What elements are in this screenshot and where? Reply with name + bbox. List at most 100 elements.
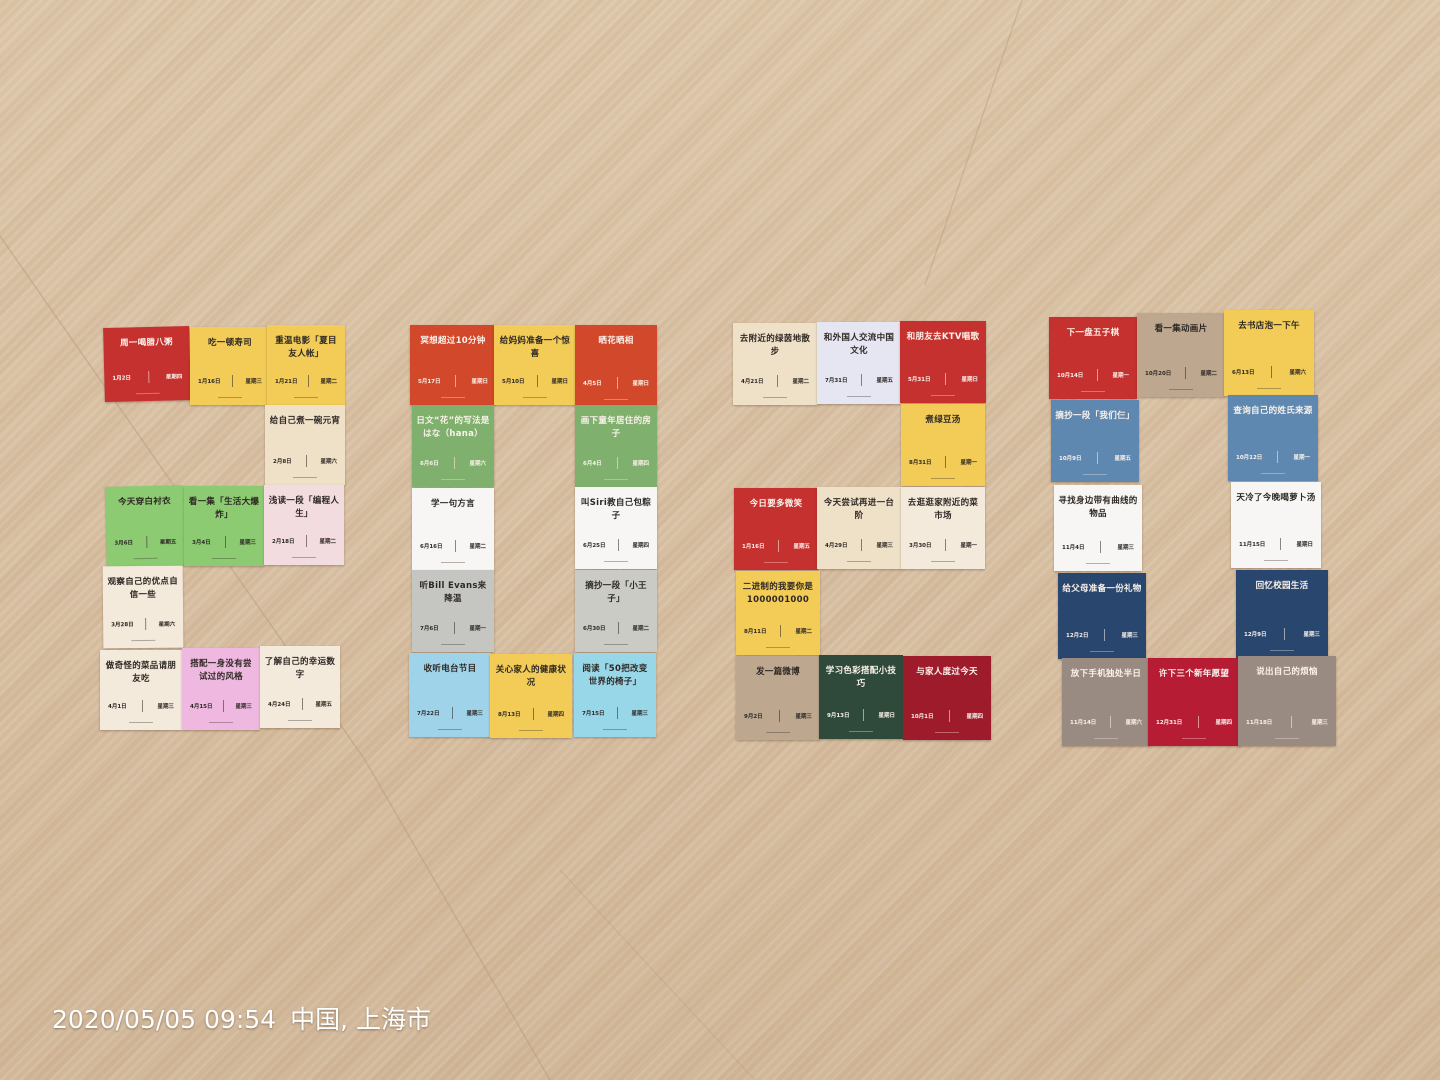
card-meta: 5月31日 星期日: [908, 373, 978, 385]
card-weekday: 星期六: [320, 459, 337, 465]
card-meta: 6月6日 星期六: [420, 457, 486, 469]
card-footnote-line: [490, 730, 572, 732]
card-date: 8月11日: [744, 629, 767, 635]
card-weekday: 星期四: [966, 714, 983, 720]
card-divider: [777, 375, 779, 387]
card-date: 1月16日: [742, 544, 765, 550]
card-divider: [223, 700, 225, 712]
card-date: 10月20日: [1145, 371, 1172, 377]
card-meta: 8月11日 星期二: [744, 625, 812, 637]
card-weekday: 星期四: [632, 461, 649, 467]
card-meta: 4月21日 星期二: [741, 375, 809, 387]
calendar-card: 冥想超过10分钟 5月17日 星期日: [410, 325, 496, 405]
card-date: 7月6日: [420, 626, 439, 632]
card-meta: 3月4日 星期三: [192, 536, 256, 548]
card-weekday: 星期二: [469, 544, 486, 550]
card-title: 看一集「生活大爆炸」: [188, 497, 260, 520]
card-weekday: 星期四: [1215, 720, 1232, 726]
card-footnote-line: [182, 722, 260, 724]
card-weekday: 星期五: [1114, 456, 1131, 462]
calendar-card: 学习色彩搭配小技巧 9月13日 星期日: [819, 655, 903, 739]
card-footnote-line: [1058, 651, 1146, 653]
card-date: 4月5日: [583, 381, 602, 387]
card-footnote-line: [267, 397, 345, 399]
card-meta: 11月18日 星期三: [1246, 716, 1328, 728]
card-footnote-line: [105, 392, 191, 396]
card-divider: [945, 373, 947, 385]
card-divider: [949, 710, 951, 722]
card-title: 收听电台节目: [423, 664, 477, 674]
card-weekday: 星期二: [320, 379, 337, 385]
card-title: 观察自己的优点自信一些: [107, 576, 179, 601]
calendar-card: 许下三个新年愿望 12月31日 星期四: [1148, 658, 1240, 746]
card-date: 12月2日: [1066, 633, 1089, 639]
card-weekday: 星期日: [878, 713, 895, 719]
card-footnote-line: [1231, 560, 1321, 562]
card-date: 1月2日: [112, 375, 132, 382]
card-divider: [778, 540, 780, 552]
card-date: 3月6日: [114, 540, 134, 547]
card-date: 4月24日: [268, 702, 291, 708]
card-divider: [780, 625, 782, 637]
card-date: 8月13日: [498, 712, 521, 718]
card-footnote-line: [265, 477, 345, 479]
card-weekday: 星期五: [793, 544, 810, 550]
card-footnote-line: [575, 644, 657, 646]
card-footnote-line: [817, 561, 901, 563]
card-date: 7月22日: [417, 711, 440, 717]
card-footnote-line: [736, 647, 820, 649]
calendar-card: 关心家人的健康状况 8月13日 星期四: [490, 654, 572, 738]
card-title: 去附近的绿茵地散步: [739, 334, 811, 357]
card-weekday: 星期三: [235, 704, 252, 710]
calendar-card: 吃一顿寿司 1月16日 星期三: [190, 327, 270, 405]
card-title: 查询自己的姓氏来源: [1233, 406, 1313, 416]
card-weekday: 星期三: [245, 379, 262, 385]
card-footnote-line: [1054, 563, 1142, 565]
card-meta: 2月18日 星期二: [272, 535, 336, 547]
card-title: 和外国人交流中国文化: [823, 333, 895, 356]
card-meta: 3月6日 星期五: [114, 535, 176, 548]
card-title: 二进制的我要你是1000001000: [742, 582, 814, 605]
card-weekday: 星期日: [632, 381, 649, 387]
card-weekday: 星期五: [315, 702, 332, 708]
card-meta: 7月15日 星期三: [582, 707, 648, 719]
card-title: 天冷了今晚喝萝卜汤: [1236, 493, 1316, 503]
card-divider: [308, 375, 310, 387]
calendar-card: 搭配一身没有尝试过的风格 4月15日 星期三: [182, 648, 260, 730]
calendar-card: 了解自己的幸运数字 4月24日 星期五: [260, 646, 340, 728]
card-meta: 8月13日 星期四: [498, 708, 564, 720]
calendar-card: 看一集「生活大爆炸」 3月4日 星期三: [184, 486, 264, 566]
calendar-card: 晒花晒相 4月5日 星期日: [575, 325, 657, 407]
card-title: 今日要多微笑: [749, 499, 803, 509]
card-footnote-line: [100, 722, 182, 724]
card-divider: [617, 707, 619, 719]
card-title: 回忆校园生活: [1255, 581, 1309, 591]
card-divider: [147, 370, 150, 383]
card-weekday: 星期一: [960, 543, 977, 549]
card-title: 画下童年居住的房子: [580, 416, 652, 439]
card-weekday: 星期三: [631, 711, 648, 717]
card-date: 3月30日: [909, 543, 932, 549]
card-footnote-line: [575, 561, 657, 563]
card-meta: 6月25日 星期四: [583, 539, 649, 551]
card-weekday: 星期三: [466, 711, 483, 717]
card-title: 阅读「50把改变世界的椅子」: [582, 664, 648, 687]
card-weekday: 星期二: [792, 379, 809, 385]
card-date: 11月4日: [1062, 545, 1085, 551]
card-divider: [1097, 369, 1099, 381]
card-weekday: 星期二: [795, 629, 812, 635]
calendar-card: 二进制的我要你是1000001000 8月11日 星期二: [736, 571, 820, 655]
card-weekday: 星期一: [960, 460, 977, 466]
card-title: 给父母准备一份礼物: [1062, 584, 1142, 594]
calendar-card: 去附近的绿茵地散步 4月21日 星期二: [733, 323, 817, 405]
card-title: 摘抄一段「我们仨」: [1055, 411, 1135, 421]
card-divider: [618, 539, 620, 551]
card-divider: [1280, 538, 1282, 550]
card-title: 关心家人的健康状况: [495, 665, 567, 688]
calendar-card: 回忆校园生活 12月9日 星期三: [1236, 570, 1328, 658]
card-meta: 4月29日 星期三: [825, 539, 893, 551]
card-meta: 4月15日 星期三: [190, 700, 252, 712]
card-divider: [141, 700, 143, 712]
calendar-card: 与家人度过今天 10月1日 星期四: [903, 656, 991, 740]
card-meta: 10月1日 星期四: [911, 710, 983, 722]
